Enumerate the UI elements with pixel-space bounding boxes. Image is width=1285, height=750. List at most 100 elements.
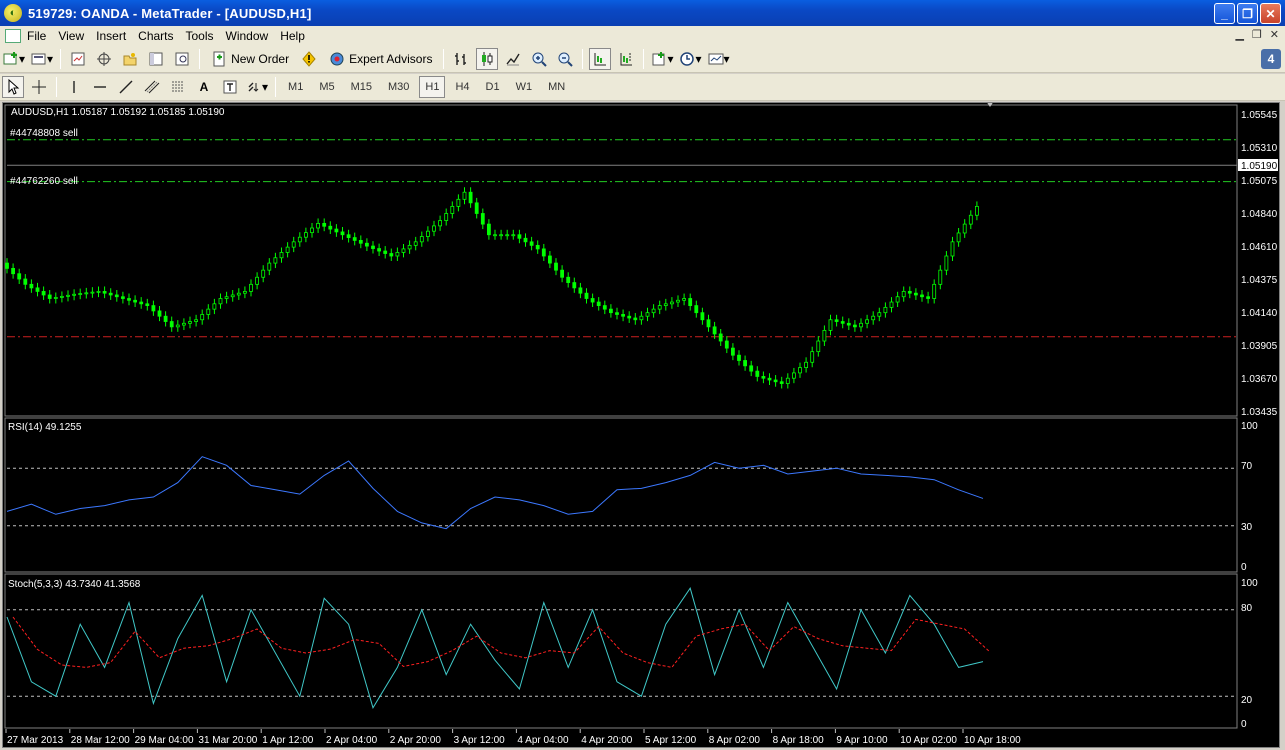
candle-body	[584, 292, 589, 299]
metatrader-window: ◐ 519729: OANDA - MetaTrader - [AUDUSD,H…	[0, 0, 1285, 750]
crosshair-tool-button[interactable]	[28, 76, 50, 98]
menu-tools[interactable]: Tools	[180, 29, 220, 43]
templates-button[interactable]: ▾	[707, 48, 731, 70]
maximize-button[interactable]: ❐	[1237, 3, 1258, 24]
time-tick: 4 Apr 04:00	[517, 735, 569, 746]
timeframe-d1[interactable]: D1	[480, 76, 506, 98]
arrows-button[interactable]: ▾	[245, 76, 269, 98]
candle-body	[670, 301, 674, 305]
candle-body	[395, 252, 400, 257]
stoch-label: Stoch(5,3,3) 43.7340 41.3568	[8, 579, 141, 590]
candle-body	[615, 312, 619, 315]
timeframe-m1[interactable]: M1	[282, 76, 309, 98]
chart-window[interactable]: AUDUSD,H1 1.05187 1.05192 1.05185 1.0519…	[2, 102, 1280, 748]
price-tick: 1.05075	[1241, 176, 1278, 187]
timeframe-w1[interactable]: W1	[510, 76, 539, 98]
menu-view[interactable]: View	[52, 29, 90, 43]
menu-charts[interactable]: Charts	[132, 29, 179, 43]
candle-body	[157, 310, 162, 317]
candle-body	[84, 292, 89, 295]
text-label-button[interactable]	[219, 76, 241, 98]
candle-body	[17, 273, 22, 280]
close-button[interactable]: ✕	[1260, 3, 1281, 24]
order-label-1: #44748808 sell	[10, 128, 78, 139]
mdi-close-icon[interactable]: ✕	[1270, 28, 1279, 41]
candle-body	[468, 191, 473, 204]
trendline-button[interactable]	[115, 76, 137, 98]
zoom-out-button[interactable]	[554, 48, 576, 70]
menu-window[interactable]: Window	[220, 29, 275, 43]
new-chart-button[interactable]: ▾	[2, 48, 26, 70]
time-tick: 8 Apr 02:00	[709, 735, 761, 746]
time-tick: 8 Apr 18:00	[773, 735, 825, 746]
candle-body	[554, 262, 558, 271]
timeframe-h4[interactable]: H4	[449, 76, 475, 98]
auto-scroll-button[interactable]	[589, 48, 612, 70]
mdi-minimize-icon[interactable]: ▁	[1235, 28, 1243, 41]
candle-body	[267, 262, 272, 271]
time-tick: 29 Mar 04:00	[135, 735, 194, 746]
timeframe-m30[interactable]: M30	[382, 76, 415, 98]
periods-button[interactable]: ▾	[678, 48, 702, 70]
timeframe-m15[interactable]: M15	[345, 76, 378, 98]
candle-body	[737, 354, 741, 361]
zoom-in-button[interactable]	[528, 48, 550, 70]
mdi-restore-icon[interactable]: ❐	[1252, 28, 1262, 41]
chart-shift-button[interactable]	[615, 48, 637, 70]
candle-body	[816, 340, 821, 353]
minimize-button[interactable]: _	[1214, 3, 1235, 24]
market-watch-button[interactable]	[67, 48, 89, 70]
candle-body	[975, 206, 979, 216]
profiles-button[interactable]: ▾	[30, 48, 54, 70]
menu-bar: File View Insert Charts Tools Window Hel…	[0, 26, 1285, 46]
timeframe-m5[interactable]: M5	[313, 76, 340, 98]
timeframe-mn[interactable]: MN	[542, 76, 571, 98]
equidistant-channel-button[interactable]	[141, 76, 163, 98]
candle-body	[810, 351, 815, 363]
price-tick: 1.03435	[1241, 407, 1278, 418]
current-price-label: 1.05190	[1241, 161, 1278, 172]
window-count-badge[interactable]: 4	[1261, 49, 1281, 69]
menu-insert[interactable]: Insert	[90, 29, 132, 43]
chart-canvas[interactable]: AUDUSD,H1 1.05187 1.05192 1.05185 1.0519…	[3, 103, 1279, 747]
candle-body	[139, 301, 144, 305]
candle-body	[41, 291, 46, 296]
new-order-button[interactable]: New Order	[206, 48, 294, 70]
candle-body	[505, 234, 510, 237]
menu-help[interactable]: Help	[274, 29, 311, 43]
candle-body	[224, 296, 229, 299]
navigator-button[interactable]	[119, 48, 141, 70]
vertical-line-button[interactable]	[63, 76, 85, 98]
bar-chart-button[interactable]	[450, 48, 472, 70]
fibonacci-button[interactable]	[167, 76, 189, 98]
horizontal-line-button[interactable]	[89, 76, 111, 98]
candle-body	[724, 340, 729, 349]
candle-body	[621, 314, 625, 317]
chart-window-icon[interactable]	[5, 29, 21, 43]
candle-body	[572, 282, 577, 289]
cursor-tool-button[interactable]	[2, 76, 24, 98]
rsi-marks	[6, 456, 1237, 530]
terminal-button[interactable]	[145, 48, 167, 70]
strategy-tester-button[interactable]	[171, 48, 193, 70]
price-tick: 1.05310	[1241, 143, 1278, 154]
menu-file[interactable]: File	[21, 29, 52, 43]
candle-body	[169, 321, 174, 328]
candle-body	[444, 213, 449, 221]
timeframe-h1[interactable]: H1	[419, 76, 446, 98]
candle-body	[358, 240, 363, 244]
candle-body	[865, 319, 869, 324]
indicators-button[interactable]: ▾	[650, 48, 674, 70]
line-chart-button[interactable]	[502, 48, 524, 70]
expert-advisors-button[interactable]: Expert Advisors	[324, 48, 437, 70]
candle-body	[602, 305, 607, 310]
candle-body	[322, 223, 327, 227]
candle-body	[548, 255, 552, 264]
candle-body	[114, 294, 119, 298]
warning-icon[interactable]	[298, 48, 320, 70]
candle-body	[609, 308, 613, 314]
text-tool-button[interactable]: A	[193, 76, 215, 98]
candle-body	[920, 294, 924, 298]
data-window-button[interactable]	[93, 48, 115, 70]
candlestick-chart-button[interactable]	[476, 48, 499, 70]
